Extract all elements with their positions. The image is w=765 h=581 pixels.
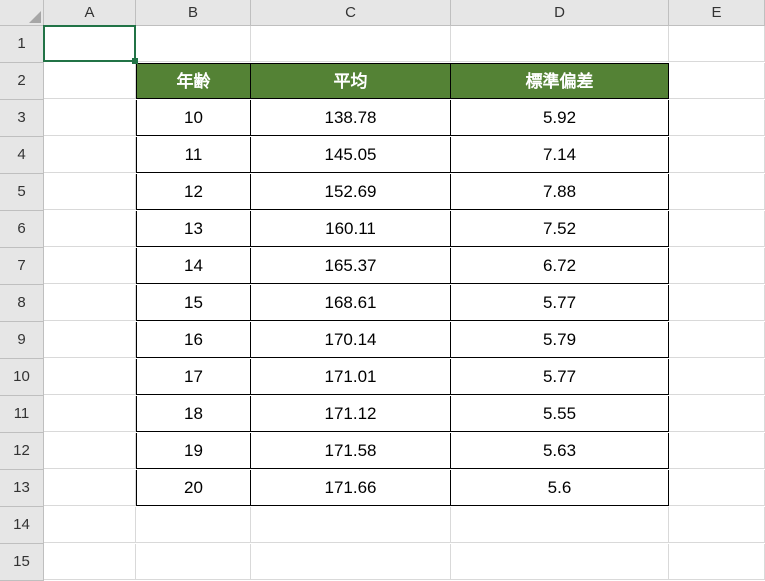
- col-header-B[interactable]: B: [136, 0, 251, 26]
- cell-B12[interactable]: 19: [136, 433, 251, 469]
- cell-A15[interactable]: [44, 544, 136, 580]
- cell-B4[interactable]: 11: [136, 137, 251, 173]
- cell-A14[interactable]: [44, 507, 136, 543]
- col-header-A[interactable]: A: [44, 0, 136, 26]
- cell-C8[interactable]: 168.61: [251, 285, 451, 321]
- cell-B10[interactable]: 17: [136, 359, 251, 395]
- cell-E1[interactable]: [669, 26, 765, 62]
- cell-E15[interactable]: [669, 544, 765, 580]
- cell-D14[interactable]: [451, 507, 669, 543]
- cell-B1[interactable]: [136, 26, 251, 62]
- cell-A12[interactable]: [44, 433, 136, 469]
- cell-A6[interactable]: [44, 211, 136, 247]
- cell-D13[interactable]: 5.6: [451, 470, 669, 506]
- cell-B8[interactable]: 15: [136, 285, 251, 321]
- cell-A4[interactable]: [44, 137, 136, 173]
- cell-C11[interactable]: 171.12: [251, 396, 451, 432]
- cell-D11[interactable]: 5.55: [451, 396, 669, 432]
- cell-C10[interactable]: 171.01: [251, 359, 451, 395]
- cell-B2[interactable]: 年齢: [136, 63, 251, 99]
- col-header-E[interactable]: E: [669, 0, 765, 26]
- cell-E8[interactable]: [669, 285, 765, 321]
- cell-A11[interactable]: [44, 396, 136, 432]
- cell-C2[interactable]: 平均: [251, 63, 451, 99]
- cell-E9[interactable]: [669, 322, 765, 358]
- cell-C12[interactable]: 171.58: [251, 433, 451, 469]
- cell-D10[interactable]: 5.77: [451, 359, 669, 395]
- cell-E5[interactable]: [669, 174, 765, 210]
- cell-B5[interactable]: 12: [136, 174, 251, 210]
- cell-D2[interactable]: 標準偏差: [451, 63, 669, 99]
- row-header-9[interactable]: 9: [0, 322, 44, 359]
- cell-C1[interactable]: [251, 26, 451, 62]
- cell-A8[interactable]: [44, 285, 136, 321]
- col-header-D[interactable]: D: [451, 0, 669, 26]
- row-header-8[interactable]: 8: [0, 285, 44, 322]
- cell-A2[interactable]: [44, 63, 136, 99]
- cell-B13[interactable]: 20: [136, 470, 251, 506]
- cell-E13[interactable]: [669, 470, 765, 506]
- cell-E3[interactable]: [669, 100, 765, 136]
- cell-E14[interactable]: [669, 507, 765, 543]
- cell-D7[interactable]: 6.72: [451, 248, 669, 284]
- cell-D6[interactable]: 7.52: [451, 211, 669, 247]
- cell-D5[interactable]: 7.88: [451, 174, 669, 210]
- cell-D3[interactable]: 5.92: [451, 100, 669, 136]
- cell-A9[interactable]: [44, 322, 136, 358]
- row-header-15[interactable]: 15: [0, 544, 44, 581]
- cell-D15[interactable]: [451, 544, 669, 580]
- cell-B6[interactable]: 13: [136, 211, 251, 247]
- cell-E2[interactable]: [669, 63, 765, 99]
- row-header-10[interactable]: 10: [0, 359, 44, 396]
- cell-B9[interactable]: 16: [136, 322, 251, 358]
- cell-C5[interactable]: 152.69: [251, 174, 451, 210]
- cell-E4[interactable]: [669, 137, 765, 173]
- cell-A1[interactable]: [44, 26, 136, 62]
- cell-B11[interactable]: 18: [136, 396, 251, 432]
- cell-C13[interactable]: 171.66: [251, 470, 451, 506]
- row-header-14[interactable]: 14: [0, 507, 44, 544]
- cell-C14[interactable]: [251, 507, 451, 543]
- row-header-5[interactable]: 5: [0, 174, 44, 211]
- row-header-6[interactable]: 6: [0, 211, 44, 248]
- cell-C4[interactable]: 145.05: [251, 137, 451, 173]
- cell-C9[interactable]: 170.14: [251, 322, 451, 358]
- cell-D8[interactable]: 5.77: [451, 285, 669, 321]
- row-header-1[interactable]: 1: [0, 26, 44, 63]
- row-header-13[interactable]: 13: [0, 470, 44, 507]
- cell-B7[interactable]: 14: [136, 248, 251, 284]
- row-header-7[interactable]: 7: [0, 248, 44, 285]
- cell-C6[interactable]: 160.11: [251, 211, 451, 247]
- cell-D12[interactable]: 5.63: [451, 433, 669, 469]
- row-header-2[interactable]: 2: [0, 63, 44, 100]
- cell-D4[interactable]: 7.14: [451, 137, 669, 173]
- cell-D9[interactable]: 5.79: [451, 322, 669, 358]
- cell-A3[interactable]: [44, 100, 136, 136]
- cell-A10[interactable]: [44, 359, 136, 395]
- cell-B14[interactable]: [136, 507, 251, 543]
- cell-A5[interactable]: [44, 174, 136, 210]
- cell-E11[interactable]: [669, 396, 765, 432]
- row-header-12[interactable]: 12: [0, 433, 44, 470]
- cell-A13[interactable]: [44, 470, 136, 506]
- cell-C7[interactable]: 165.37: [251, 248, 451, 284]
- cell-E7[interactable]: [669, 248, 765, 284]
- spreadsheet-grid[interactable]: A B C D E 1 2 年齢 平均 標準偏差 3 10 138.78 5.9…: [0, 0, 765, 581]
- cell-A7[interactable]: [44, 248, 136, 284]
- col-header-C[interactable]: C: [251, 0, 451, 26]
- cell-B15[interactable]: [136, 544, 251, 580]
- select-all-corner[interactable]: [0, 0, 44, 26]
- row-header-11[interactable]: 11: [0, 396, 44, 433]
- cell-C3[interactable]: 138.78: [251, 100, 451, 136]
- cell-E6[interactable]: [669, 211, 765, 247]
- cell-E12[interactable]: [669, 433, 765, 469]
- cell-C15[interactable]: [251, 544, 451, 580]
- cell-B3[interactable]: 10: [136, 100, 251, 136]
- cell-E10[interactable]: [669, 359, 765, 395]
- row-header-4[interactable]: 4: [0, 137, 44, 174]
- cell-D1[interactable]: [451, 26, 669, 62]
- row-header-3[interactable]: 3: [0, 100, 44, 137]
